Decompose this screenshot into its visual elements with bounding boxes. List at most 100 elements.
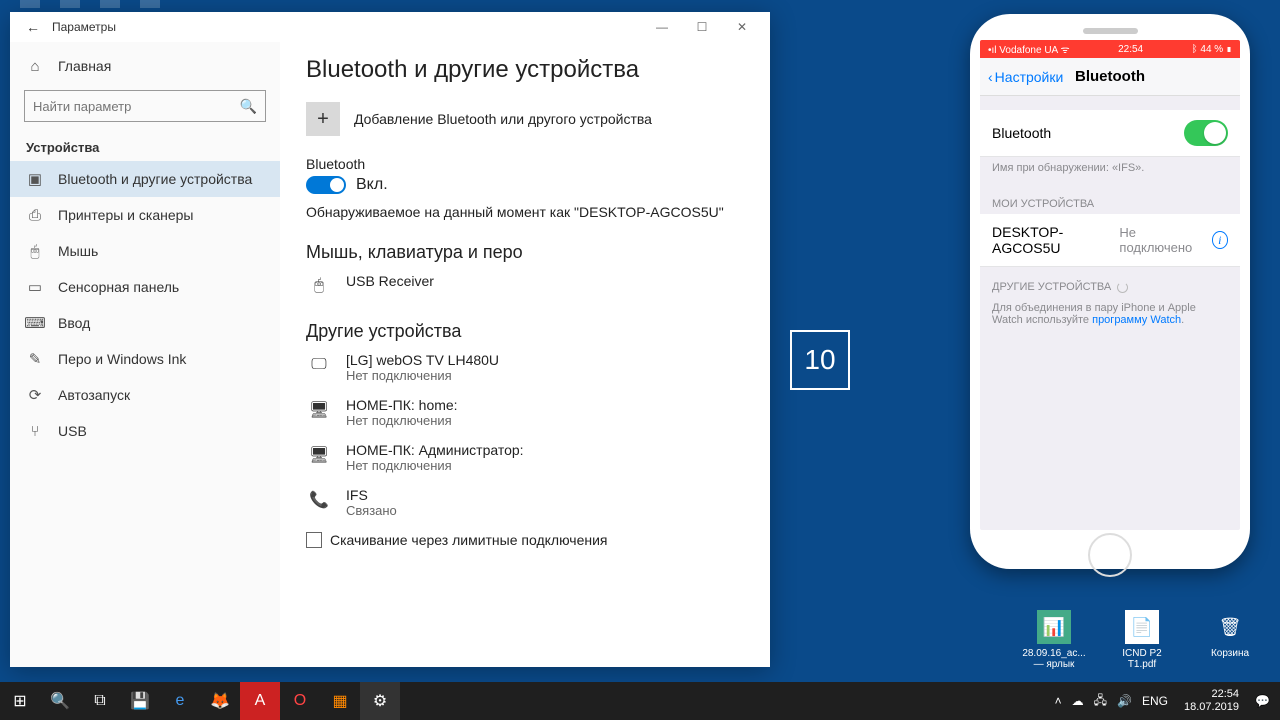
- spinner-icon: [1117, 282, 1128, 293]
- volume-icon[interactable]: 🔊: [1117, 694, 1132, 708]
- signal-icon: •ıl: [988, 45, 999, 56]
- status-time: 22:54: [1118, 44, 1143, 55]
- nav-bar: ‹Настройки Bluetooth: [980, 58, 1240, 96]
- bluetooth-cell[interactable]: Bluetooth: [980, 110, 1240, 157]
- sidebar-item-bluetooth[interactable]: ▣Bluetooth и другие устройства: [10, 161, 280, 197]
- search-icon[interactable]: 🔍: [40, 682, 80, 720]
- phone-speaker: [1083, 28, 1138, 34]
- tv-icon: 🖵: [306, 352, 332, 378]
- tray-up-icon[interactable]: ˄: [1055, 694, 1062, 708]
- battery-icon: ▮: [1226, 44, 1232, 55]
- window-titlebar: ← Параметры — ☐ ✕: [10, 12, 770, 42]
- back-button[interactable]: ←: [18, 19, 48, 35]
- network-icon[interactable]: 🖧: [1094, 691, 1107, 712]
- bluetooth-label: Bluetooth: [306, 156, 744, 172]
- usb-icon: ⑂: [26, 422, 44, 440]
- notifications-icon[interactable]: 💬: [1255, 694, 1270, 708]
- desktop-icons: 📊28.09.16_ac... — ярлык 📄ICND P2 T1.pdf …: [1024, 610, 1260, 670]
- device-cell[interactable]: DESKTOP-AGCOS5U Не подключено i: [980, 214, 1240, 267]
- my-devices-header: МОИ УСТРОЙСТВА: [980, 184, 1240, 214]
- app-icon[interactable]: ▦: [320, 682, 360, 720]
- pc-icon: 🖥: [306, 442, 332, 468]
- device-usb-receiver[interactable]: 🖱 USB Receiver: [306, 273, 744, 299]
- bluetooth-toggle[interactable]: [306, 176, 346, 194]
- info-icon[interactable]: i: [1212, 231, 1228, 249]
- phone-screen: •ıl Vodafone UA ᯤ 22:54 ᛒ 44 % ▮ ‹Настро…: [980, 40, 1240, 530]
- bluetooth-toggle-ios[interactable]: [1184, 120, 1228, 146]
- touchpad-icon: ▭: [26, 278, 44, 296]
- onedrive-icon[interactable]: ☁: [1072, 694, 1084, 708]
- sidebar-item-autoplay[interactable]: ⟳Автозапуск: [10, 377, 280, 413]
- firefox-icon[interactable]: 🦊: [200, 682, 240, 720]
- plus-icon: +: [306, 102, 340, 136]
- watch-app-link[interactable]: программу Watch: [1092, 314, 1181, 326]
- taskbar-clock[interactable]: 22:54 18.07.2019: [1178, 688, 1245, 713]
- mouse-icon: 🖱: [26, 242, 44, 260]
- device-item[interactable]: 📞 IFSСвязано: [306, 487, 744, 518]
- bluetooth-state: Вкл.: [356, 176, 388, 194]
- maximize-button[interactable]: ☐: [682, 20, 722, 34]
- opera-icon[interactable]: O: [280, 682, 320, 720]
- printer-icon: ⎙: [26, 206, 44, 224]
- add-device-button[interactable]: + Добавление Bluetooth или другого устро…: [306, 102, 744, 136]
- system-tray: ˄ ☁ 🖧 🔊 ENG 22:54 18.07.2019 💬: [1055, 688, 1280, 713]
- commander-icon[interactable]: 💾: [120, 682, 160, 720]
- pen-icon: ✎: [26, 350, 44, 368]
- chevron-left-icon: ‹: [988, 69, 993, 85]
- keyboard-icon: ⌨: [26, 314, 44, 332]
- sidebar-item-pen[interactable]: ✎Перо и Windows Ink: [10, 341, 280, 377]
- home-icon: ⌂: [26, 57, 44, 75]
- home-label: Главная: [58, 58, 111, 74]
- pc-icon: 🖥: [306, 397, 332, 423]
- minimize-button[interactable]: —: [642, 20, 682, 34]
- section-other-devices: Другие устройства: [306, 321, 744, 342]
- sidebar-item-touchpad[interactable]: ▭Сенсорная панель: [10, 269, 280, 305]
- sidebar-item-mouse[interactable]: 🖱Мышь: [10, 233, 280, 269]
- pair-note: Для объединения в пару iPhone и Apple Wa…: [980, 297, 1240, 336]
- device-item[interactable]: 🖵 [LG] webOS TV LH480UНет подключения: [306, 352, 744, 383]
- mouse-icon: 🖱: [306, 273, 332, 299]
- name-note: Имя при обнаружении: «IFS».: [980, 157, 1240, 184]
- window-title: Параметры: [48, 20, 642, 34]
- other-devices-header: ДРУГИЕ УСТРОЙСТВА: [980, 267, 1240, 297]
- checkbox-icon[interactable]: [306, 532, 322, 548]
- start-button[interactable]: ⊞: [0, 682, 40, 720]
- iphone-mockup: •ıl Vodafone UA ᯤ 22:54 ᛒ 44 % ▮ ‹Настро…: [970, 14, 1250, 569]
- home-button[interactable]: [1088, 533, 1132, 577]
- autoplay-icon: ⟳: [26, 386, 44, 404]
- windows10-logo: 10: [790, 330, 850, 390]
- discoverable-text: Обнаруживаемое на данный момент как "DES…: [306, 204, 744, 220]
- status-bar: •ıl Vodafone UA ᯤ 22:54 ᛒ 44 % ▮: [980, 40, 1240, 58]
- settings-taskbar-icon[interactable]: ⚙: [360, 682, 400, 720]
- close-button[interactable]: ✕: [722, 20, 762, 34]
- nav-title: Bluetooth: [1075, 68, 1145, 85]
- taskbar: ⊞ 🔍 ⧉ 💾 e 🦊 A O ▦ ⚙ ˄ ☁ 🖧 🔊 ENG 22:54 18…: [0, 682, 1280, 720]
- back-to-settings[interactable]: ‹Настройки: [988, 69, 1063, 85]
- category-label: Устройства: [10, 132, 280, 161]
- desktop-icon[interactable]: 📄ICND P2 T1.pdf: [1112, 610, 1172, 670]
- settings-main: Bluetooth и другие устройства + Добавлен…: [280, 42, 770, 667]
- metered-checkbox-row[interactable]: Скачивание через лимитные подключения: [306, 532, 744, 548]
- search-icon: 🔍: [240, 98, 257, 115]
- desktop-icon[interactable]: 📊28.09.16_ac... — ярлык: [1024, 610, 1084, 670]
- settings-window: ← Параметры — ☐ ✕ ⌂ Главная 🔍 Устройства…: [10, 12, 770, 667]
- device-item[interactable]: 🖥 НОМЕ-ПК: Администратор:Нет подключения: [306, 442, 744, 473]
- sidebar-item-usb[interactable]: ⑂USB: [10, 413, 280, 449]
- phone-icon: 📞: [306, 487, 332, 513]
- home-link[interactable]: ⌂ Главная: [10, 48, 280, 84]
- sidebar-item-printers[interactable]: ⎙Принтеры и сканеры: [10, 197, 280, 233]
- desktop-icon[interactable]: 🗑Корзина: [1200, 610, 1260, 670]
- section-mouse-keyboard: Мышь, клавиатура и перо: [306, 242, 744, 263]
- bt-icon: ᛒ: [1192, 44, 1198, 55]
- settings-sidebar: ⌂ Главная 🔍 Устройства ▣Bluetooth и друг…: [10, 42, 280, 667]
- search-input[interactable]: [33, 99, 240, 114]
- task-view-icon[interactable]: ⧉: [80, 682, 120, 720]
- sidebar-item-typing[interactable]: ⌨Ввод: [10, 305, 280, 341]
- bluetooth-icon: ▣: [26, 170, 44, 188]
- search-box[interactable]: 🔍: [24, 90, 266, 122]
- edge-icon[interactable]: e: [160, 682, 200, 720]
- device-item[interactable]: 🖥 НОМЕ-ПК: home:Нет подключения: [306, 397, 744, 428]
- acrobat-icon[interactable]: A: [240, 682, 280, 720]
- page-title: Bluetooth и другие устройства: [306, 56, 744, 84]
- lang-indicator[interactable]: ENG: [1142, 694, 1168, 708]
